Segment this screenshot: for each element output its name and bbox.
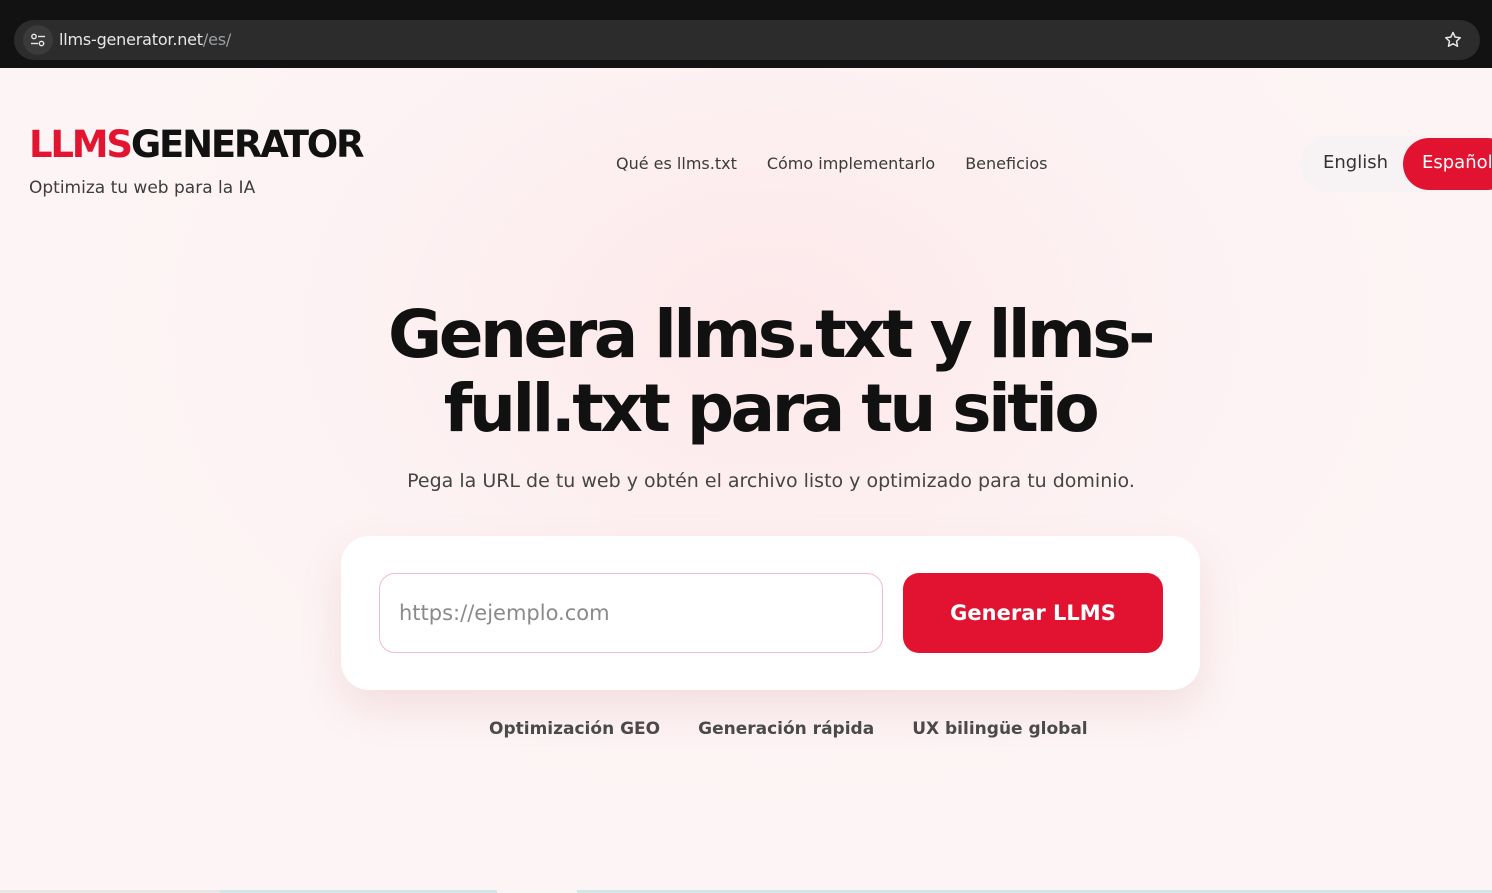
browser-toolbar: llms-generator.net/es/ <box>0 0 1492 68</box>
nav-link-what-is[interactable]: Qué es llms.txt <box>616 154 737 173</box>
lang-spanish-button[interactable]: Español <box>1403 138 1492 190</box>
address-bar[interactable]: llms-generator.net/es/ <box>14 20 1480 60</box>
main-nav: Qué es llms.txt Cómo implementarlo Benef… <box>616 154 1047 173</box>
feature-geo-optimization: Optimización GEO <box>489 719 661 739</box>
bookmark-star-icon[interactable] <box>1443 30 1463 50</box>
language-switcher: English Español <box>1300 136 1492 192</box>
tagline: Optimiza tu web para la IA <box>29 178 256 198</box>
logo[interactable]: LLMSGENERATOR <box>29 123 365 166</box>
lang-english-button[interactable]: English <box>1323 152 1388 173</box>
page: LLMSGENERATOR Optimiza tu web para la IA… <box>0 68 1492 893</box>
url-host: llms-generator.net <box>59 30 203 49</box>
url-input[interactable] <box>379 573 883 653</box>
hero-subtitle: Pega la URL de tu web y obtén el archivo… <box>407 470 1135 492</box>
hero-title-line1: Genera llms.txt y llms- <box>388 296 1155 373</box>
site-info-icon[interactable] <box>23 25 53 55</box>
feature-fast-generation: Generación rápida <box>698 719 875 739</box>
url-path: /es/ <box>202 30 232 49</box>
logo-red-part: LLMS <box>29 123 133 166</box>
nav-link-benefits[interactable]: Beneficios <box>965 154 1047 173</box>
logo-dark-part: GENERATOR <box>130 123 365 166</box>
generate-llms-button[interactable]: Generar LLMS <box>903 573 1163 653</box>
hero-title-line2: full.txt para tu sitio <box>443 370 1100 447</box>
url-text[interactable]: llms-generator.net/es/ <box>59 30 231 49</box>
nav-link-how-to-implement[interactable]: Cómo implementarlo <box>767 154 935 173</box>
hero-title: Genera llms.txt y llms-full.txt para tu … <box>380 298 1160 446</box>
feature-list: Optimización GEO Generación rápida UX bi… <box>489 719 1088 739</box>
feature-bilingual-ux: UX bilingüe global <box>912 719 1088 739</box>
generator-card: Generar LLMS <box>341 536 1200 690</box>
